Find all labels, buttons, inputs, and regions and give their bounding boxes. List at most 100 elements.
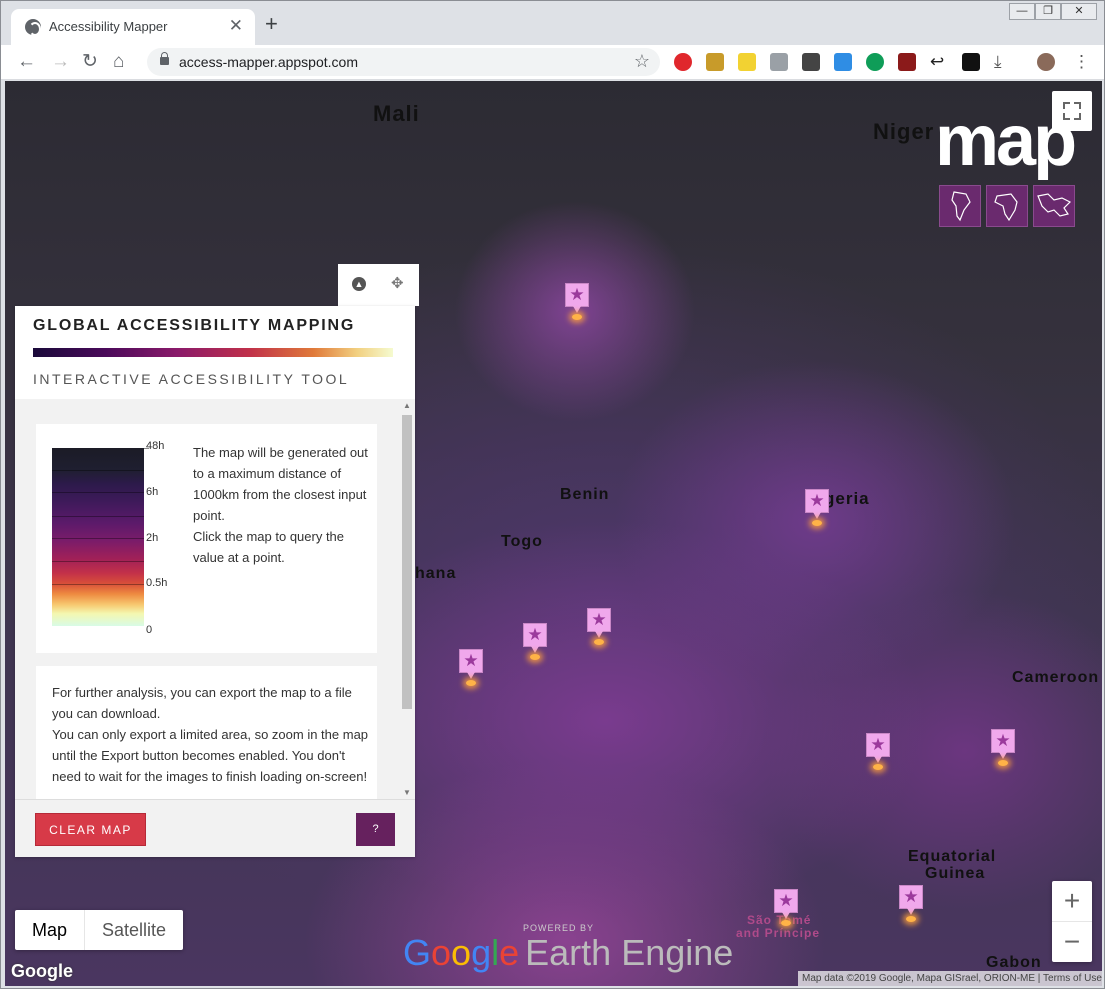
panel-footer: CLEAR MAP ? — [15, 799, 415, 857]
logo-letter: o — [431, 932, 452, 973]
pin-glow — [572, 314, 582, 320]
map-pin[interactable] — [899, 885, 923, 915]
extension-house-icon[interactable] — [706, 53, 724, 71]
map-pin[interactable] — [587, 608, 611, 638]
map-brand-logo: map — [935, 101, 1077, 181]
extension-red-icon[interactable] — [898, 53, 916, 71]
map-type-map-button[interactable]: Map — [15, 910, 86, 950]
map-pin[interactable] — [774, 889, 798, 919]
pin-glow — [594, 639, 604, 645]
logo-letter: g — [471, 932, 492, 973]
bookmark-star-icon[interactable]: ☆ — [634, 51, 650, 72]
clear-map-button[interactable]: CLEAR MAP — [35, 813, 146, 846]
label-sao-tome: São Tomé — [747, 913, 812, 927]
pin-glow — [812, 520, 822, 526]
collapse-panel-icon[interactable]: ▲ — [352, 277, 366, 291]
globe-icon — [25, 19, 41, 36]
close-window-button[interactable]: ✕ — [1061, 3, 1097, 20]
map-pin[interactable] — [991, 729, 1015, 759]
map-pin[interactable] — [459, 649, 483, 679]
minimize-button[interactable]: — — [1009, 3, 1035, 20]
panel-scrollbar[interactable]: ▲ ▼ — [402, 401, 412, 797]
panel-header: GLOBAL ACCESSIBILITY MAPPING INTERACTIVE… — [15, 306, 415, 399]
home-icon[interactable]: ⌂ — [113, 50, 124, 74]
label-cameroon: Cameroon — [1012, 669, 1100, 686]
label-niger: Niger — [873, 119, 935, 144]
map-pin[interactable] — [866, 733, 890, 763]
maximize-button[interactable]: ❐ — [1035, 3, 1061, 20]
panel-body[interactable]: 48h 6h 2h 0.5h 0 The map will be generat… — [15, 399, 415, 799]
menu-kebab-icon[interactable]: ⋮ — [1073, 53, 1091, 71]
africa-icon — [994, 193, 1018, 222]
forward-icon[interactable]: → — [51, 50, 70, 74]
back-icon[interactable]: ← — [17, 50, 36, 74]
logo-earth-engine: Earth Engine — [525, 932, 734, 973]
lock-icon — [160, 52, 169, 65]
address-bar[interactable]: access-mapper.appspot.com ☆ — [147, 48, 660, 76]
label-benin: Benin — [560, 486, 610, 503]
extension-cube-icon[interactable] — [834, 53, 852, 71]
url-text: access-mapper.appspot.com — [179, 54, 358, 70]
label-gabon: Gabon — [986, 954, 1042, 971]
fullscreen-corner-icon — [1074, 102, 1081, 109]
legend-tick-05h: 0.5h — [146, 577, 168, 589]
move-panel-icon[interactable]: ✥ — [391, 274, 404, 292]
zoom-in-button[interactable]: + — [1052, 881, 1092, 921]
africa-region-button[interactable] — [986, 185, 1028, 227]
panel-handle: ▲ ✥ — [338, 264, 419, 306]
avatar[interactable] — [1037, 53, 1055, 71]
extension-jb-icon[interactable] — [962, 53, 980, 71]
zoom-control: + − — [1052, 881, 1092, 962]
map-type-satellite-button[interactable]: Satellite — [85, 910, 183, 950]
browser-window: Accessibility Mapper ✕ + — ❐ ✕ ← → ↻ ⌂ a… — [0, 0, 1105, 989]
map-pin[interactable] — [565, 283, 589, 313]
export-description: For further analysis, you can export the… — [52, 685, 369, 784]
label-mali: Mali — [373, 101, 420, 126]
south-america-icon — [951, 191, 971, 222]
extension-drive-icon[interactable] — [770, 53, 788, 71]
fullscreen-corner-icon — [1074, 113, 1081, 120]
map-type-control: Map Satellite — [15, 910, 184, 950]
scroll-thumb[interactable] — [402, 415, 412, 709]
logo-letter: l — [491, 932, 500, 973]
map-pin[interactable] — [805, 489, 829, 519]
tab-title: Accessibility Mapper — [49, 19, 168, 34]
legend-tick-0: 0 — [146, 624, 153, 636]
pin-glow — [998, 760, 1008, 766]
logo-letter: G — [403, 932, 432, 973]
pin-glow — [906, 916, 916, 922]
tab-close-icon[interactable]: ✕ — [229, 16, 243, 36]
tab-bar: Accessibility Mapper ✕ + — ❐ ✕ — [1, 1, 1104, 45]
map-pin[interactable] — [523, 623, 547, 653]
map-attribution[interactable]: Map data ©2019 Google, Mapa GISrael, ORI… — [798, 971, 1102, 986]
download-icon[interactable]: ⤓ — [994, 53, 1012, 71]
extension-opera-icon[interactable] — [674, 53, 692, 71]
scroll-down-icon[interactable]: ▼ — [403, 788, 411, 797]
new-tab-button[interactable]: + — [265, 13, 278, 35]
accessibility-panel: GLOBAL ACCESSIBILITY MAPPING INTERACTIVE… — [15, 306, 415, 857]
map-canvas[interactable]: Mali Niger Benin Togo Nigeria hana Camer… — [5, 81, 1102, 986]
extension-phone-icon[interactable] — [738, 53, 756, 71]
legend-description: The map will be generated out to a maxim… — [193, 445, 368, 565]
south-america-region-button[interactable] — [939, 185, 981, 227]
pin-glow — [466, 680, 476, 686]
earth-engine-logo: Google Earth Engine — [403, 933, 733, 973]
extension-bulb-icon[interactable] — [802, 53, 820, 71]
label-guinea: Guinea — [925, 865, 986, 882]
zoom-out-button[interactable]: − — [1052, 921, 1092, 961]
legend-tick-2h: 2h — [146, 532, 159, 544]
reply-icon[interactable]: ↩ — [930, 53, 948, 71]
reload-icon[interactable]: ↻ — [82, 50, 98, 74]
legend-tick-6h: 6h — [146, 486, 159, 498]
google-logo: Google — [11, 961, 73, 981]
extension-hangouts-icon[interactable] — [866, 53, 884, 71]
pin-glow — [781, 920, 791, 926]
pin-glow — [873, 764, 883, 770]
tab-accessibility-mapper[interactable]: Accessibility Mapper ✕ — [11, 9, 255, 45]
asia-region-button[interactable] — [1033, 185, 1075, 227]
panel-subtitle: INTERACTIVE ACCESSIBILITY TOOL — [33, 371, 350, 387]
label-togo: Togo — [501, 533, 543, 550]
scroll-up-icon[interactable]: ▲ — [403, 401, 411, 410]
legend-card: 48h 6h 2h 0.5h 0 The map will be generat… — [36, 424, 377, 653]
help-button[interactable]: ? — [356, 813, 395, 846]
